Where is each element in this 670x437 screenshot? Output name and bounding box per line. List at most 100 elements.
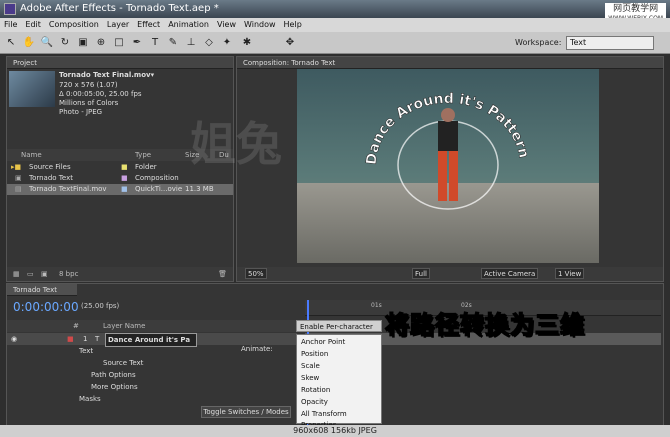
- background-watermark: 姐兔: [190, 117, 282, 171]
- window-title: Adobe After Effects - Tornado Text.aep *: [20, 3, 219, 14]
- composition-panel: Composition: Tornado Text Dance Around i…: [236, 56, 664, 282]
- composition-controls: 50% Full Active Camera 1 View: [237, 267, 663, 281]
- item-name: Source Files: [29, 163, 71, 171]
- col-type[interactable]: Type: [135, 149, 151, 161]
- clone-stamp-tool-icon[interactable]: ⊥: [184, 36, 198, 50]
- roto-brush-tool-icon[interactable]: ✦: [220, 36, 234, 50]
- file-duration: Δ 0:00:05:00, 25.00 fps: [59, 90, 142, 98]
- item-name: Tornado Text: [29, 174, 73, 182]
- type-tool-icon[interactable]: T: [148, 36, 162, 50]
- item-type: Folder: [135, 163, 157, 171]
- folder-icon: ▸■: [11, 163, 22, 171]
- layer-row[interactable]: ◉ ■ 1 T Dance Around it's Pa: [7, 333, 297, 347]
- menu-animation[interactable]: Animation: [164, 18, 213, 32]
- item-type: QuickTi...ovie: [135, 185, 183, 193]
- layer-number: 1: [83, 335, 88, 343]
- animate-button[interactable]: Animate:: [241, 345, 273, 353]
- interpret-footage-icon[interactable]: ▦: [13, 267, 20, 281]
- menu-item-opacity[interactable]: Opacity: [301, 397, 328, 408]
- label-color-icon[interactable]: ■: [67, 333, 74, 345]
- trash-icon[interactable]: 🗑: [218, 267, 227, 281]
- rectangle-tool-icon[interactable]: □: [112, 36, 126, 50]
- magnification-select[interactable]: 50%: [245, 268, 267, 279]
- camera-tool-icon[interactable]: ▣: [76, 36, 90, 50]
- movie-icon: ▤: [15, 185, 22, 193]
- project-row[interactable]: ▣ Tornado Text ■ Composition: [7, 173, 233, 184]
- brush-tool-icon[interactable]: ✎: [166, 36, 180, 50]
- item-name: Tornado TextFinal.mov: [29, 185, 107, 193]
- new-folder-icon[interactable]: ▭: [27, 267, 34, 281]
- menu-composition[interactable]: Composition: [45, 18, 103, 32]
- menu-bar: File Edit Composition Layer Effect Animation V…: [0, 18, 670, 32]
- toggle-switches-modes-button[interactable]: Toggle Switches / Modes: [201, 406, 291, 418]
- site-badge-title: 网页教学网: [613, 4, 659, 14]
- masks-group[interactable]: Masks: [79, 395, 101, 403]
- puppet-tool-icon[interactable]: ✱: [240, 36, 254, 50]
- menu-edit[interactable]: Edit: [21, 18, 45, 32]
- new-comp-icon[interactable]: ▣: [41, 267, 48, 281]
- label-color-icon: ■: [121, 163, 128, 171]
- path-options-group[interactable]: Path Options: [91, 371, 136, 379]
- workspace-select[interactable]: Text: [566, 36, 654, 50]
- selected-file-name[interactable]: Tornado Text Final.mov▾: [59, 71, 154, 79]
- axis-mode-icon[interactable]: ✥: [283, 36, 297, 50]
- timeline-tab[interactable]: Tornado Text: [7, 284, 77, 296]
- label-color-icon: ■: [121, 185, 128, 193]
- item-type: Composition: [135, 174, 179, 182]
- layer-name[interactable]: Dance Around it's Pa: [105, 333, 197, 347]
- project-tab[interactable]: Project: [7, 57, 233, 69]
- resolution-select[interactable]: Full: [412, 268, 430, 279]
- text-layer-icon: T: [95, 335, 100, 343]
- tools-panel: ↖ ✋ 🔍 ↻ ▣ ⊕ □ ✒ T ✎ ⊥ ◇ ✦ ✱ ✥ Workspace:…: [0, 32, 670, 54]
- menu-item-scale[interactable]: Scale: [301, 361, 320, 372]
- views-select[interactable]: 1 View: [555, 268, 585, 279]
- source-text-property[interactable]: Source Text: [103, 359, 143, 367]
- animate-menu: Anchor Point Position Scale Skew Rotatio…: [296, 334, 382, 429]
- menu-item-position[interactable]: Position: [301, 349, 328, 360]
- pan-behind-tool-icon[interactable]: ⊕: [94, 36, 108, 50]
- item-size: 11.3 MB: [185, 185, 214, 193]
- menu-help[interactable]: Help: [280, 18, 306, 32]
- zoom-tool-icon[interactable]: 🔍: [40, 36, 54, 50]
- menu-file[interactable]: File: [0, 18, 21, 32]
- project-row[interactable]: ▤ Tornado TextFinal.mov ■ QuickTi...ovie…: [7, 184, 233, 195]
- menu-window[interactable]: Window: [240, 18, 280, 32]
- menu-view[interactable]: View: [213, 18, 240, 32]
- menu-item-all-transform[interactable]: All Transform Properties: [301, 409, 381, 429]
- menu-effect[interactable]: Effect: [133, 18, 164, 32]
- file-dimensions: 720 x 576 (1.07): [59, 81, 118, 89]
- file-codec: Photo - JPEG: [59, 108, 103, 116]
- layer-number-header: #: [73, 322, 79, 330]
- text-group[interactable]: Text: [79, 347, 93, 355]
- composition-icon: ▣: [15, 174, 22, 182]
- enable-3d-menu-item[interactable]: Enable Per-character 3D: [296, 320, 382, 343]
- menu-layer[interactable]: Layer: [103, 18, 133, 32]
- menu-item-skew[interactable]: Skew: [301, 373, 319, 384]
- hand-tool-icon[interactable]: ✋: [22, 36, 36, 50]
- frame-rate: (25.00 fps): [81, 302, 120, 310]
- eraser-tool-icon[interactable]: ◇: [202, 36, 216, 50]
- rotate-tool-icon[interactable]: ↻: [58, 36, 72, 50]
- tornado-text-ring: Dance Around it's Pattern: [363, 91, 532, 210]
- layer-table-header: # Layer Name: [7, 320, 297, 332]
- menu-item-anchor-point[interactable]: Anchor Point: [301, 337, 345, 348]
- title-bar: Adobe After Effects - Tornado Text.aep *: [0, 0, 670, 18]
- image-info-bar: 960x608 156kb JPEG: [0, 425, 670, 437]
- selection-tool-icon[interactable]: ↖: [4, 36, 18, 50]
- after-effects-icon: [4, 3, 16, 15]
- composition-tab[interactable]: Composition: Tornado Text: [237, 57, 663, 69]
- current-time-display[interactable]: 0:00:00:00: [13, 300, 79, 314]
- visibility-icon[interactable]: ◉: [11, 333, 17, 345]
- footage-thumbnail: [9, 71, 55, 107]
- bpc-toggle[interactable]: 8 bpc: [59, 267, 78, 281]
- menu-item-rotation[interactable]: Rotation: [301, 385, 330, 396]
- pen-tool-icon[interactable]: ✒: [130, 36, 144, 50]
- ruler-mark: 01s: [371, 302, 382, 309]
- workspace-label: Workspace:: [515, 38, 562, 47]
- composition-viewer[interactable]: Dance Around it's Pattern: [297, 69, 599, 263]
- more-options-group[interactable]: More Options: [91, 383, 138, 391]
- camera-select[interactable]: Active Camera: [481, 268, 539, 279]
- col-name[interactable]: Name: [21, 149, 42, 161]
- label-color-icon: ■: [121, 174, 128, 182]
- layer-name-header[interactable]: Layer Name: [103, 320, 145, 332]
